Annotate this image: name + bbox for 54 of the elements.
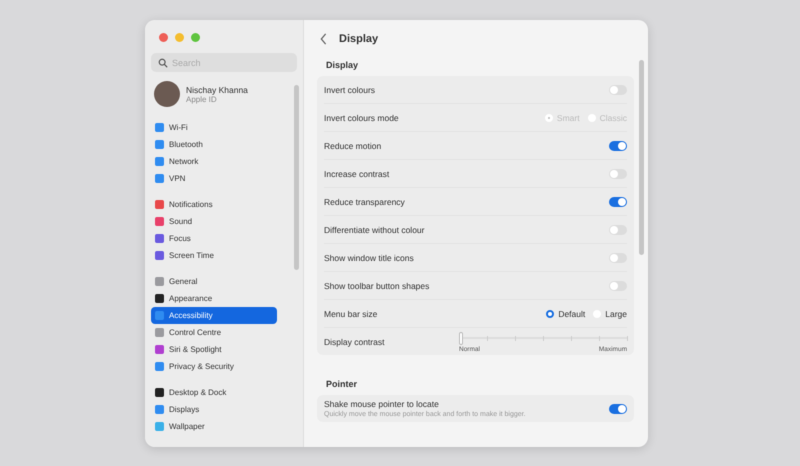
sidebar-item[interactable]: Bluetooth (151, 136, 277, 153)
radio-button[interactable] (546, 310, 554, 318)
sidebar-item[interactable]: Wi-Fi (151, 119, 277, 136)
sidebar-item[interactable]: Network (151, 153, 277, 170)
setting-label: Show toolbar button shapes (324, 280, 430, 290)
setting-label: Shake mouse pointer to locate (324, 399, 440, 409)
sidebar-item[interactable]: Sound (151, 213, 277, 230)
setting-label: Reduce transparency (324, 196, 405, 206)
setting-label: Invert colours (324, 84, 376, 94)
search-icon (158, 58, 168, 68)
setting-label: Show window title icons (324, 252, 414, 262)
sidebar-item[interactable]: Notifications (151, 196, 277, 213)
profile-name[interactable]: Nischay Khanna (186, 84, 248, 94)
sidebar-item[interactable]: Accessibility (151, 307, 277, 324)
toggle-switch[interactable] (609, 168, 627, 178)
setting-label: Menu bar size (324, 308, 378, 318)
section-title: Display (325, 59, 360, 72)
sidebar-item[interactable]: Control Centre (151, 324, 277, 341)
section-title: Pointer (325, 378, 358, 391)
slider-track[interactable] (459, 332, 627, 345)
slider-thumb[interactable] (459, 332, 463, 345)
avatar[interactable] (154, 81, 180, 107)
sidebar-item[interactable]: Appearance (151, 290, 277, 307)
profile-subtitle: Apple ID (186, 94, 218, 104)
toggle-switch[interactable] (609, 252, 627, 262)
sidebar-item[interactable]: Wallpaper (151, 418, 277, 435)
sidebar-item[interactable]: Desktop & Dock (151, 384, 277, 401)
setting-label: Increase contrast (324, 168, 390, 178)
close-button[interactable] (159, 33, 168, 42)
sidebar-item[interactable]: Displays (151, 401, 277, 418)
sidebar-item[interactable]: General (151, 273, 277, 290)
radio-option[interactable]: Large (593, 308, 627, 318)
toggle-switch[interactable] (609, 140, 627, 150)
radio-option[interactable]: Default (546, 308, 586, 318)
toggle-switch[interactable] (609, 224, 627, 234)
sidebar-item[interactable]: Privacy & Security (151, 358, 277, 375)
minimize-button[interactable] (175, 33, 184, 42)
toggle-switch[interactable] (609, 280, 627, 290)
sidebar-item[interactable]: Siri & Spotlight (151, 341, 277, 358)
sidebar-item[interactable]: Screen Time (151, 247, 277, 264)
toggle-switch[interactable] (609, 404, 627, 414)
setting-label: Differentiate without colour (324, 224, 424, 234)
setting-label: Display contrast (324, 336, 384, 346)
setting-label: Invert colours mode (324, 112, 399, 122)
back-chevron-icon[interactable] (320, 32, 327, 44)
toggle-switch[interactable] (609, 196, 627, 206)
sidebar-item[interactable]: Focus (151, 230, 277, 247)
sidebar-item[interactable]: VPN (151, 170, 277, 187)
scrollbar[interactable] (639, 60, 644, 255)
setting-label: Reduce motion (324, 140, 382, 150)
toggle-switch[interactable] (609, 84, 627, 94)
window-title: Display (339, 32, 378, 44)
zoom-button[interactable] (191, 33, 200, 42)
scrollbar[interactable] (294, 85, 299, 270)
